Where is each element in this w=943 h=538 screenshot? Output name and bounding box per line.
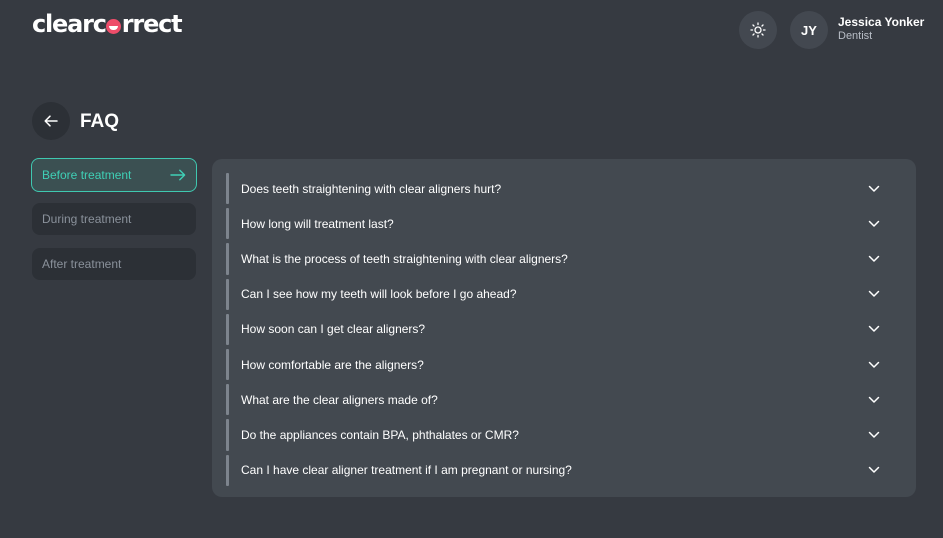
tab-label: Before treatment — [42, 168, 132, 182]
tab-label: During treatment — [42, 212, 132, 226]
arrow-left-icon — [44, 115, 58, 127]
page-title: FAQ — [80, 111, 120, 132]
chevron-down-icon[interactable] — [868, 185, 880, 193]
chevron-down-icon[interactable] — [868, 431, 880, 439]
chevron-down-icon[interactable] — [868, 255, 880, 263]
faq-item[interactable]: Do the appliances contain BPA, phthalate… — [226, 417, 902, 452]
user-initials: JY — [801, 22, 817, 38]
clearcorrect-logo[interactable]: clearc rrect — [32, 10, 183, 38]
faq-question: What is the process of teeth straighteni… — [241, 251, 568, 266]
faq-item[interactable]: How long will treatment last? — [226, 206, 902, 241]
logo-smile-icon — [106, 18, 122, 34]
sun-icon — [750, 22, 766, 38]
theme-toggle-button[interactable] — [739, 11, 777, 49]
faq-question: How soon can I get clear aligners? — [241, 322, 426, 337]
logo-text-end: rrect — [121, 10, 183, 38]
faq-item[interactable]: Can I have clear aligner treatment if I … — [226, 453, 902, 488]
chevron-down-icon[interactable] — [868, 220, 880, 228]
chevron-down-icon[interactable] — [868, 396, 880, 404]
user-name[interactable]: Jessica Yonker — [838, 15, 924, 29]
faq-panel: Does teeth straightening with clear alig… — [212, 159, 916, 497]
chevron-down-icon[interactable] — [868, 361, 880, 369]
faq-item[interactable]: How comfortable are the aligners? — [226, 347, 902, 382]
tab-after-treatment[interactable]: After treatment — [32, 248, 196, 280]
chevron-down-icon[interactable] — [868, 325, 880, 333]
faq-item[interactable]: What are the clear aligners made of? — [226, 382, 902, 417]
faq-item[interactable]: What is the process of teeth straighteni… — [226, 241, 902, 276]
faq-question: Can I have clear aligner treatment if I … — [241, 463, 572, 478]
back-button[interactable] — [32, 102, 70, 140]
arrow-right-icon — [170, 169, 186, 181]
faq-question: What are the clear aligners made of? — [241, 392, 438, 407]
chevron-down-icon[interactable] — [868, 290, 880, 298]
faq-question: How long will treatment last? — [241, 216, 394, 231]
faq-item[interactable]: Can I see how my teeth will look before … — [226, 277, 902, 312]
faq-question: How comfortable are the aligners? — [241, 357, 424, 372]
faq-item[interactable]: Does teeth straightening with clear alig… — [226, 171, 902, 206]
user-avatar[interactable]: JY — [790, 11, 828, 49]
faq-question: Can I see how my teeth will look before … — [241, 287, 517, 302]
faq-question: Does teeth straightening with clear alig… — [241, 181, 502, 196]
faq-item[interactable]: How soon can I get clear aligners? — [226, 312, 902, 347]
tab-label: After treatment — [42, 257, 122, 271]
faq-question: Do the appliances contain BPA, phthalate… — [241, 427, 519, 442]
tab-before-treatment[interactable]: Before treatment — [31, 158, 197, 192]
tab-during-treatment[interactable]: During treatment — [32, 203, 196, 235]
logo-text-start: clearc — [32, 10, 107, 38]
user-role: Dentist — [838, 30, 873, 42]
chevron-down-icon[interactable] — [868, 466, 880, 474]
